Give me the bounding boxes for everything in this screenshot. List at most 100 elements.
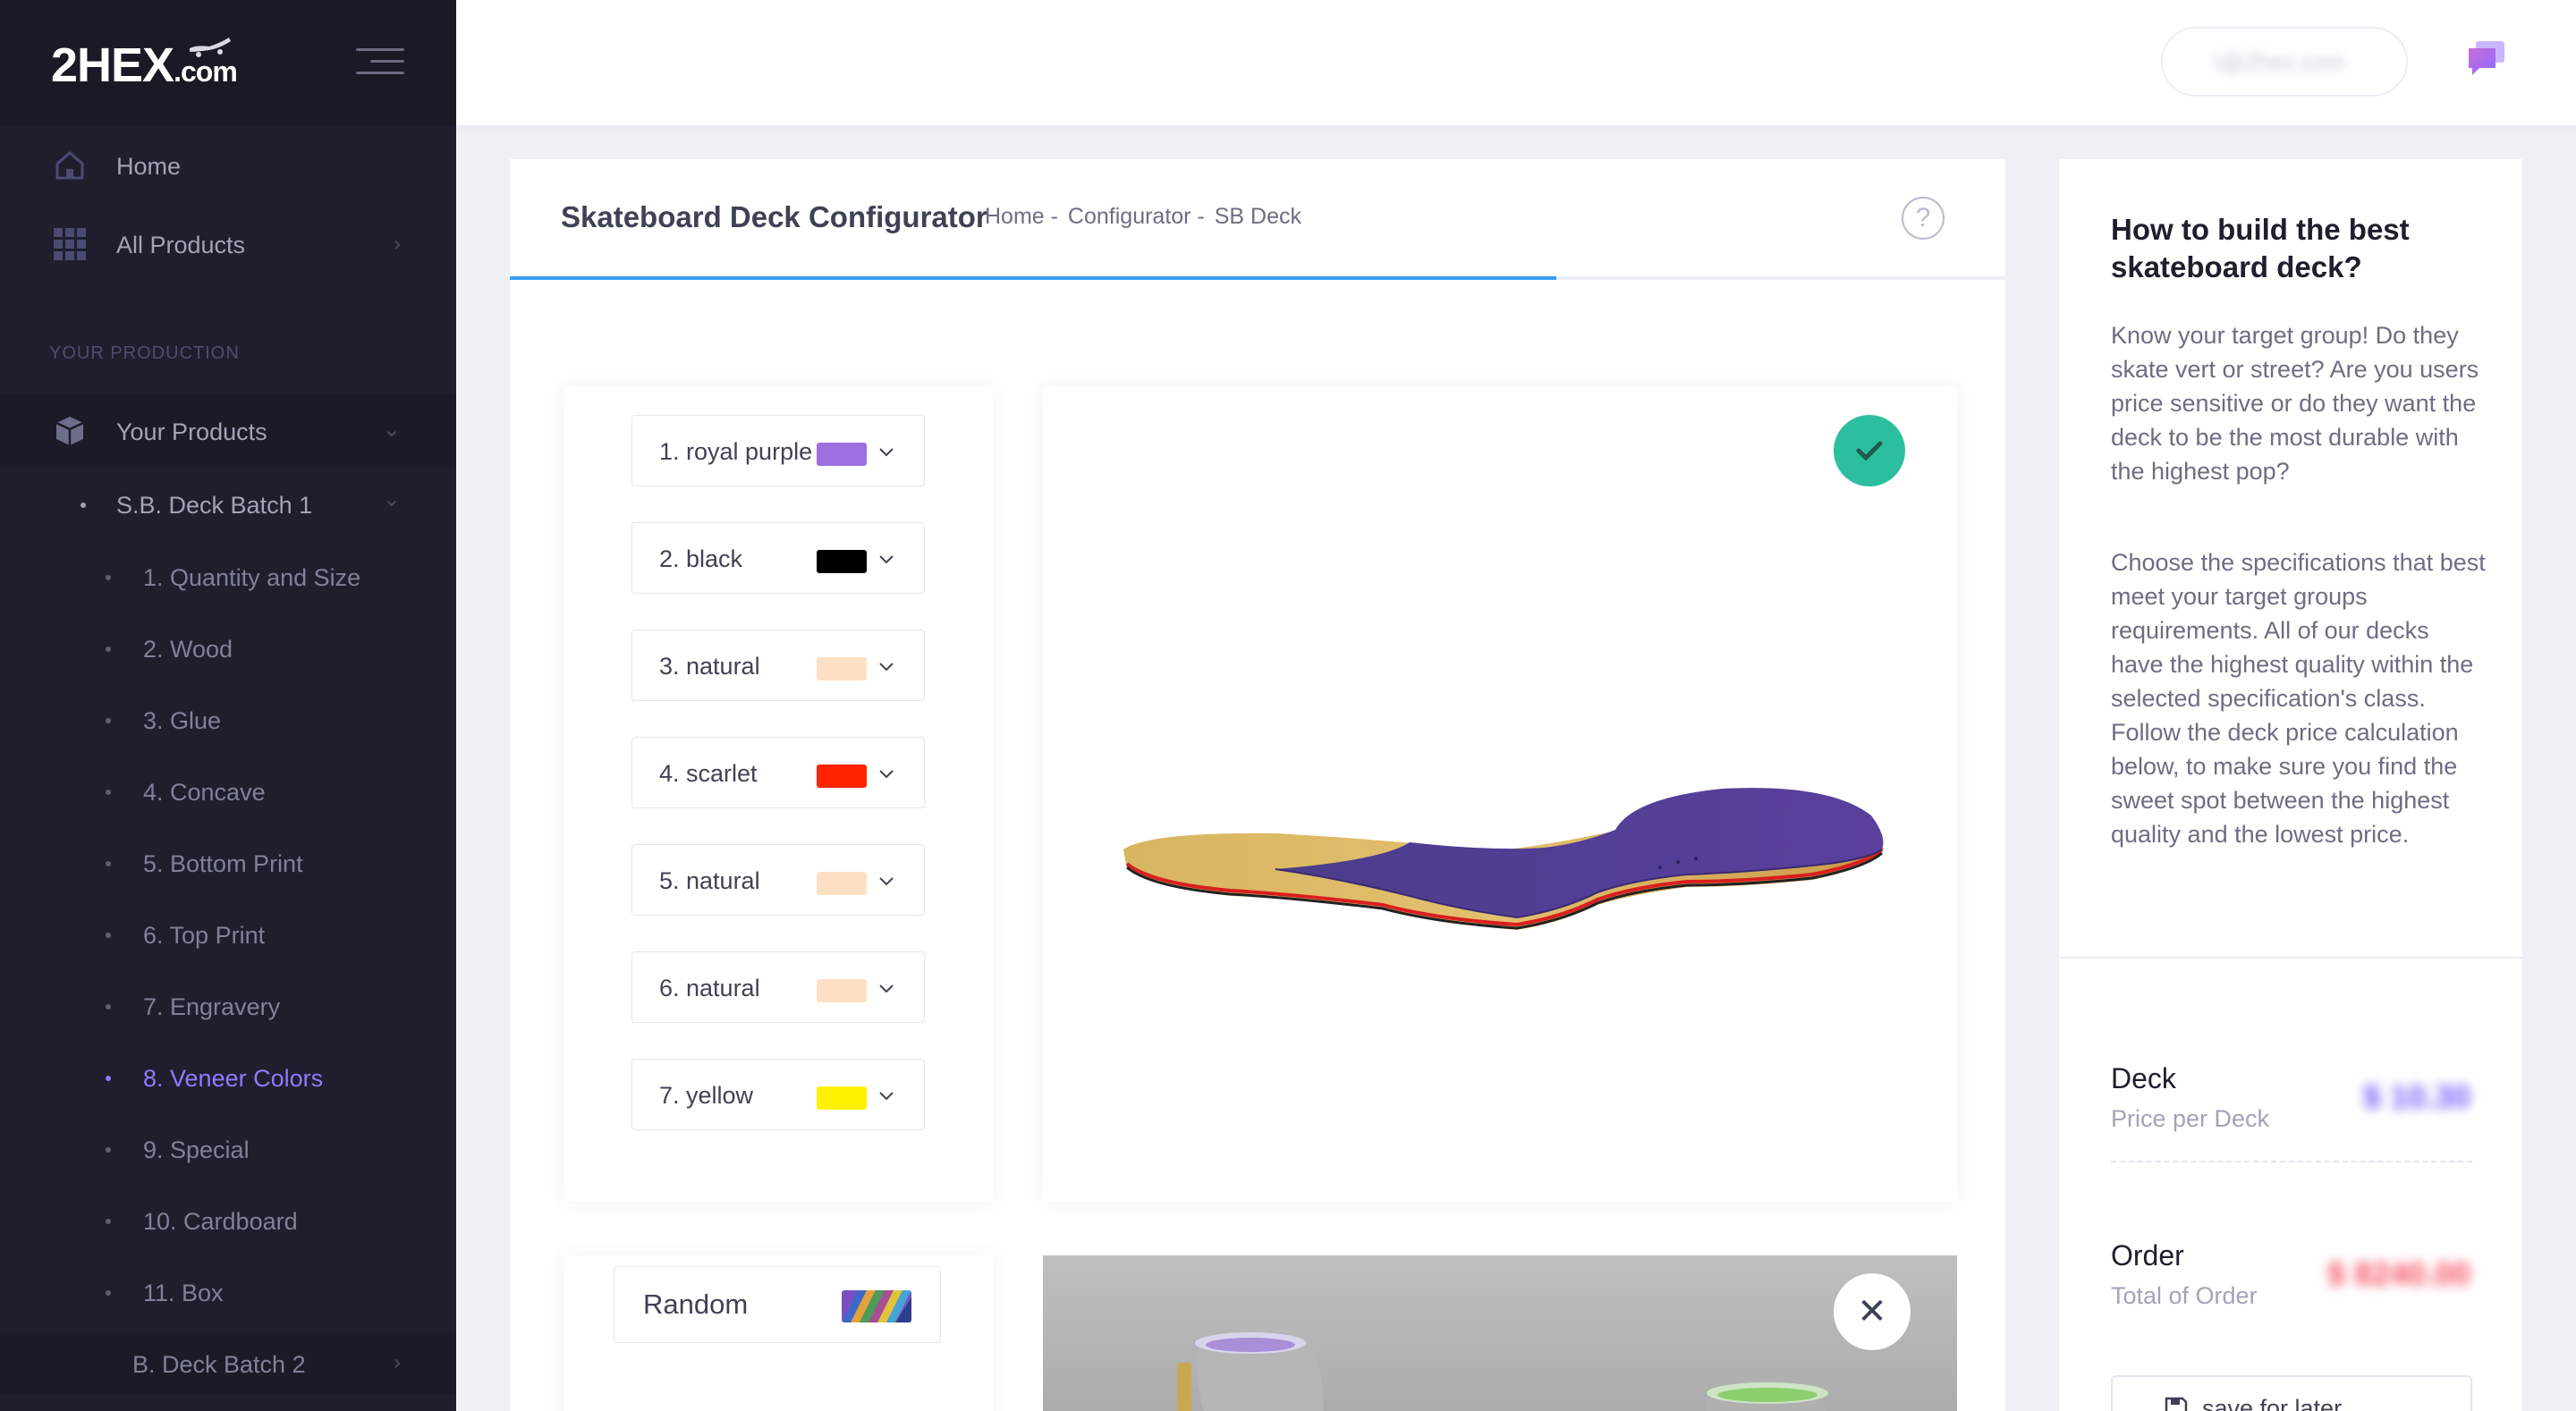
veneer-select-1[interactable]: 1. royal purple bbox=[631, 415, 925, 486]
skateboard-deck-image bbox=[1123, 788, 1884, 930]
page-title: Skateboard Deck Configurator bbox=[561, 200, 987, 233]
order-price-value: $ 8240.00 bbox=[2326, 1255, 2470, 1292]
confirm-button[interactable] bbox=[1834, 415, 1905, 486]
random-panel: Random bbox=[564, 1255, 993, 1411]
veneer-select-7[interactable]: 7. yellow bbox=[631, 1059, 925, 1130]
sidebar-step-special[interactable]: 9. Special bbox=[0, 1118, 456, 1180]
sidebar-item-your-products[interactable]: Your Products ⌄ bbox=[0, 393, 456, 469]
sidebar-step-label: 10. Cardboard bbox=[143, 1208, 298, 1235]
chevron-down-icon bbox=[879, 663, 894, 672]
progress-bar bbox=[510, 276, 2005, 280]
bullet-icon bbox=[106, 1076, 111, 1081]
glue-preview-image: ✕ bbox=[1043, 1255, 1957, 1411]
veneer-swatch bbox=[817, 550, 867, 573]
breadcrumb-home[interactable]: Home - bbox=[985, 204, 1058, 229]
sidebar-item-label: B. Deck Batch 2 bbox=[132, 1351, 306, 1378]
sidebar-step-quantity[interactable]: 1. Quantity and Size bbox=[0, 545, 456, 608]
veneer-swatch bbox=[817, 979, 867, 1002]
save-for-later-label: save for later bbox=[2202, 1395, 2343, 1411]
veneer-label: 5. natural bbox=[659, 867, 760, 894]
random-label: Random bbox=[643, 1288, 749, 1320]
random-select[interactable]: Random bbox=[614, 1266, 941, 1343]
bullet-icon bbox=[106, 1004, 111, 1010]
divider bbox=[2111, 1161, 2472, 1162]
bullet-icon bbox=[106, 1219, 111, 1224]
sidebar-item-batch-1[interactable]: S.B. Deck Batch 1 ⌄ bbox=[0, 474, 456, 537]
veneer-swatch bbox=[817, 1086, 867, 1110]
sidebar-step-label: 8. Veneer Colors bbox=[143, 1065, 324, 1092]
chevron-down-icon: ⌄ bbox=[382, 418, 401, 442]
info-paragraph-2: Choose the specifications that best meet… bbox=[2111, 549, 2486, 848]
veneer-label: 1. royal purple bbox=[659, 438, 813, 465]
info-card: How to build the best skateboard deck? K… bbox=[2059, 159, 2522, 1411]
veneer-label: 3. natural bbox=[659, 653, 760, 680]
order-price-subtitle: Total of Order bbox=[2111, 1282, 2258, 1309]
chevron-down-icon bbox=[879, 877, 894, 886]
user-menu-button[interactable]: t@2hex.com bbox=[2161, 27, 2408, 97]
chat-icon[interactable] bbox=[2467, 39, 2506, 79]
veneer-select-3[interactable]: 3. natural bbox=[631, 629, 925, 701]
breadcrumb-configurator[interactable]: Configurator - bbox=[1068, 204, 1205, 229]
veneer-label: 7. yellow bbox=[659, 1082, 754, 1109]
veneer-select-4[interactable]: 4. scarlet bbox=[631, 737, 925, 808]
sidebar-item-label: S.B. Deck Batch 1 bbox=[116, 492, 313, 519]
help-icon[interactable]: ? bbox=[1902, 197, 1945, 240]
sidebar-item-batch-2[interactable]: B. Deck Batch 2 › bbox=[0, 1332, 456, 1395]
sidebar-item-home[interactable]: Home bbox=[0, 130, 456, 201]
veneer-label: 2. black bbox=[659, 545, 743, 572]
veneer-swatch bbox=[817, 443, 867, 466]
bullet-icon bbox=[106, 1290, 111, 1296]
veneer-select-2[interactable]: 2. black bbox=[631, 522, 925, 594]
save-icon bbox=[2165, 1397, 2188, 1411]
save-for-later-button[interactable]: save for later bbox=[2111, 1375, 2472, 1411]
sidebar-step-wood[interactable]: 2. Wood bbox=[0, 617, 456, 680]
divider bbox=[2059, 957, 2522, 959]
sidebar-step-label: 2. Wood bbox=[143, 636, 233, 663]
bullet-icon bbox=[80, 503, 86, 508]
sidebar-step-cardboard[interactable]: 10. Cardboard bbox=[0, 1189, 456, 1252]
bullet-icon bbox=[106, 790, 111, 795]
sidebar-item-all-products[interactable]: All Products › bbox=[0, 208, 456, 280]
home-icon bbox=[55, 151, 84, 180]
bullet-icon bbox=[106, 861, 111, 866]
veneer-select-5[interactable]: 5. natural bbox=[631, 844, 925, 916]
bullet-icon bbox=[106, 718, 111, 723]
bullet-icon bbox=[106, 646, 111, 652]
chevron-down-icon bbox=[879, 1092, 894, 1101]
chevron-right-icon: › bbox=[394, 232, 401, 256]
sidebar: 2HEX.com Home All Products › YOUR PRODUC… bbox=[0, 0, 456, 1411]
sidebar-step-label: 4. Concave bbox=[143, 779, 266, 806]
random-colors-swatch bbox=[842, 1290, 911, 1322]
bullet-icon bbox=[106, 1147, 111, 1153]
sidebar-item-label: Home bbox=[116, 153, 182, 180]
veneer-swatch bbox=[817, 872, 867, 895]
deck-price-value: $ 10.30 bbox=[2362, 1078, 2470, 1115]
sidebar-step-box[interactable]: 11. Box bbox=[0, 1261, 456, 1323]
sidebar-step-glue[interactable]: 3. Glue bbox=[0, 689, 456, 751]
breadcrumb: Home - Configurator - SB Deck bbox=[985, 204, 1305, 230]
check-icon bbox=[1856, 441, 1883, 461]
brand-bar: 2HEX.com bbox=[0, 0, 456, 125]
info-paragraph-1: Know your target group! Do they skate ve… bbox=[2111, 322, 2479, 485]
breadcrumb-sb-deck[interactable]: SB Deck bbox=[1215, 204, 1301, 229]
sidebar-step-veneer-colors[interactable]: 8. Veneer Colors bbox=[0, 1046, 456, 1109]
info-title: How to build the best skateboard deck? bbox=[2111, 213, 2410, 283]
sidebar-step-label: 5. Bottom Print bbox=[143, 850, 303, 877]
glue-pots-illustration bbox=[1177, 1332, 1828, 1411]
sidebar-step-top-print[interactable]: 6. Top Print bbox=[0, 903, 456, 966]
veneer-label: 6. natural bbox=[659, 975, 760, 1001]
veneer-select-6[interactable]: 6. natural bbox=[631, 951, 925, 1023]
sidebar-step-concave[interactable]: 4. Concave bbox=[0, 760, 456, 823]
menu-toggle-icon[interactable] bbox=[356, 46, 404, 77]
box-icon bbox=[55, 417, 84, 445]
chevron-down-icon bbox=[879, 984, 894, 993]
chevron-right-icon: › bbox=[394, 1350, 401, 1374]
sidebar-step-bottom-print[interactable]: 5. Bottom Print bbox=[0, 832, 456, 894]
sidebar-section-title: YOUR PRODUCTION bbox=[49, 343, 240, 363]
close-icon[interactable]: ✕ bbox=[1834, 1273, 1911, 1350]
sidebar-step-label: 3. Glue bbox=[143, 707, 222, 734]
sidebar-step-label: 9. Special bbox=[143, 1136, 250, 1163]
user-email: t@2hex.com bbox=[2215, 48, 2346, 75]
skateboard-logo-icon bbox=[190, 38, 231, 57]
sidebar-step-engravery[interactable]: 7. Engravery bbox=[0, 975, 456, 1037]
